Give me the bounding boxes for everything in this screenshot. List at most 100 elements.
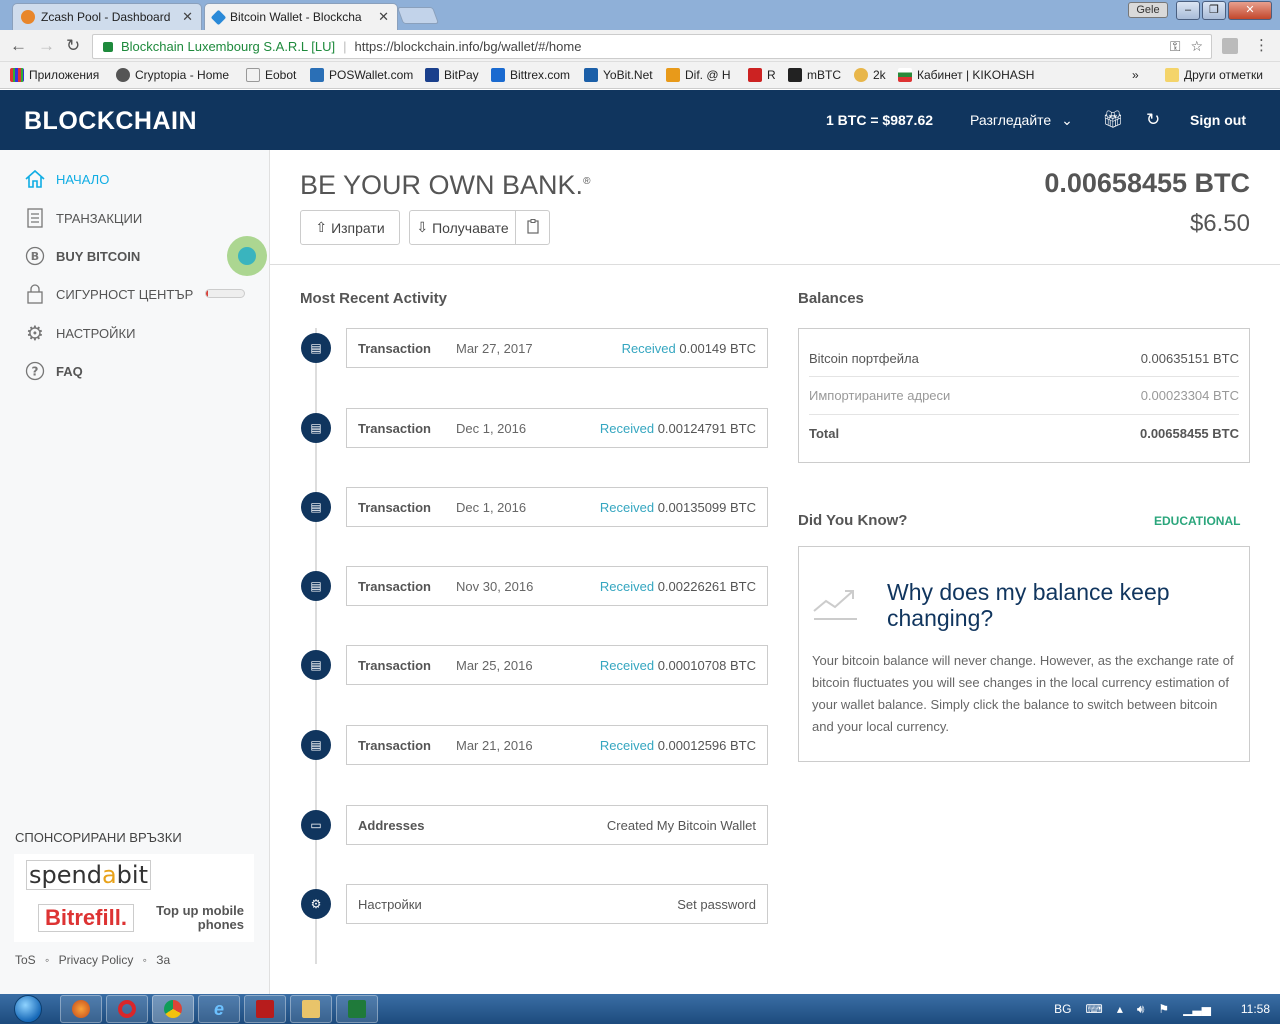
bookmark-poswallet[interactable]: POSWallet.com [310,68,413,82]
activity-type: Transaction [358,657,431,673]
activity-row[interactable]: Transaction Mar 21, 2016 Received 0.0001… [346,725,768,765]
download-icon: ⇩ [416,219,429,235]
activity-row[interactable]: Transaction Dec 1, 2016 Received 0.00135… [346,487,768,527]
sidebar-item-buy-bitcoin[interactable]: B BUY BITCOIN [24,245,140,267]
coin-icon [854,68,868,82]
activity-amount: Received 0.00012596 BTC [600,738,756,753]
security-progress-bar [205,289,245,298]
about-link[interactable]: За [156,953,170,967]
close-window-button[interactable]: ✕ [1228,1,1272,20]
clock[interactable]: 11:58 [1241,1002,1270,1016]
taskbar-explorer[interactable] [290,995,332,1023]
menu-icon[interactable]: ⋮ [1254,36,1269,54]
speaker-icon[interactable]: 🔊︎ [1137,1002,1145,1017]
maximize-button[interactable]: ❐ [1202,1,1226,20]
activity-row[interactable]: Transaction Nov 30, 2016 Received 0.0022… [346,566,768,606]
bookmark-eobot[interactable]: Eobot [246,68,296,82]
taskbar-app[interactable] [244,995,286,1023]
home-icon [24,168,46,190]
activity-row[interactable]: Настройки Set password [346,884,768,924]
bookmarks-overflow-button[interactable]: » [1132,68,1139,82]
back-arrow-icon[interactable]: ← [10,36,27,56]
tab-zcash-pool[interactable]: Zcash Pool - Dashboard ✕ [12,3,202,30]
star-icon[interactable]: ☆ [1190,38,1203,54]
tos-link[interactable]: ToS [15,953,36,967]
taskbar-firefox[interactable] [60,995,102,1023]
sidebar-item-home[interactable]: НАЧАЛО [24,168,109,190]
balances-title: Balances [798,290,864,307]
bookmark-bitpay[interactable]: BitPay [425,68,479,82]
bookmark-r[interactable]: R [748,68,776,82]
bookmark-label: BitPay [444,68,479,82]
network-signal-icon[interactable]: ▁▃▅ [1183,1002,1211,1016]
start-button[interactable] [6,994,50,1024]
reload-icon[interactable]: ↻ [66,36,80,56]
sidebar-item-security[interactable]: СИГУРНОСТ ЦЕНТЪР [24,283,193,305]
bookmark-2k[interactable]: 2k [854,68,886,82]
sign-out-button[interactable]: Sign out [1190,112,1246,128]
address-bar[interactable]: Blockchain Luxembourg S.A.R.L [LU] | htt… [92,34,1212,59]
tray-expand-icon[interactable]: ▴ [1117,1002,1123,1016]
activity-row[interactable]: Addresses Created My Bitcoin Wallet [346,805,768,845]
activity-value: 0.00010708 BTC [657,657,756,673]
taskbar-chrome[interactable] [152,995,194,1023]
privacy-link[interactable]: Privacy Policy [59,953,134,967]
total-balance-fiat[interactable]: $6.50 [1190,210,1250,238]
tab-title: Bitcoin Wallet - Blockcha [230,10,362,24]
bookmark-label: Кабинет | KIKOHASH [917,68,1035,82]
new-tab-button[interactable] [396,7,440,24]
bookmark-apps[interactable]: Приложения [10,68,99,82]
bookmark-yobit[interactable]: YoBit.Net [584,68,653,82]
send-button[interactable]: ⇧ Изпрати [300,210,400,245]
total-balance-btc[interactable]: 0.00658455 BTC [1044,168,1250,199]
minimize-button[interactable]: – [1176,1,1200,20]
gift-icon[interactable]: 🎁︎ [1102,110,1124,130]
question-icon: ? [24,360,46,382]
sidebar-item-transactions[interactable]: ТРАНЗАКЦИИ [24,207,142,229]
topup-link[interactable]: Top up mobile phones [134,904,244,932]
activity-type: Transaction [358,737,431,753]
bookmark-kikohash[interactable]: Кабинет | KIKOHASH [898,68,1034,82]
refresh-icon[interactable]: ↻ [1146,110,1160,130]
flag-icon[interactable]: ⚑ [1158,1002,1169,1016]
bookmark-dif[interactable]: Dif. @ H [666,68,731,82]
forward-arrow-icon[interactable]: → [38,36,55,56]
copy-address-button[interactable] [515,210,550,245]
balance-label: Bitcoin портфейла [809,350,919,366]
sidebar-item-faq[interactable]: ? FAQ [24,360,83,382]
tab-bitcoin-wallet[interactable]: Bitcoin Wallet - Blockcha ✕ [204,3,398,30]
address-separator: | [343,39,347,54]
activity-row[interactable]: Transaction Dec 1, 2016 Received 0.00124… [346,408,768,448]
keyboard-icon[interactable]: ⌨ [1085,1002,1102,1016]
bookmark-bittrex[interactable]: Bittrex.com [491,68,570,82]
taskbar-excel[interactable] [336,995,378,1023]
browser-tab-strip: Zcash Pool - Dashboard ✕ Bitcoin Wallet … [0,0,1280,30]
extension-icon[interactable] [1222,38,1238,54]
taskbar-opera[interactable] [106,995,148,1023]
folder-icon [1165,68,1179,82]
lock-icon [103,41,113,52]
activity-row[interactable]: Transaction Mar 27, 2017 Received 0.0014… [346,328,768,368]
close-icon[interactable]: ✕ [378,9,389,25]
bookmark-other[interactable]: Други отметки [1165,68,1263,82]
key-icon[interactable]: ⚿ [1170,38,1181,54]
bookmark-cryptopia[interactable]: Cryptopia - Home [116,68,229,82]
blockchain-favicon-icon [210,9,227,25]
language-indicator[interactable]: BG [1054,1002,1071,1016]
close-icon[interactable]: ✕ [182,9,193,25]
sidebar-item-settings[interactable]: ⚙ НАСТРОЙКИ [24,322,135,345]
profile-button[interactable]: Gele [1128,2,1168,18]
spendabit-logo[interactable]: spendabit [26,860,151,890]
bookmark-mbtc[interactable]: mBTC [788,68,841,82]
activity-date: Nov 30, 2016 [456,578,534,594]
taskbar-ie[interactable]: e [198,995,240,1023]
chevron-down-icon: ⌄ [1061,112,1073,128]
explore-dropdown[interactable]: Разгледайте ⌄ [970,112,1073,129]
upload-icon: ⇧ [315,219,328,235]
receive-button[interactable]: ⇩ Получавате [409,210,516,245]
folder-icon [302,1000,320,1018]
blockchain-logo[interactable]: BLOCKCHAIN [24,107,197,136]
activity-type: Addresses [358,817,425,833]
activity-row[interactable]: Transaction Mar 25, 2016 Received 0.0001… [346,645,768,685]
bitrefill-logo[interactable]: Bitrefill. [38,904,134,932]
